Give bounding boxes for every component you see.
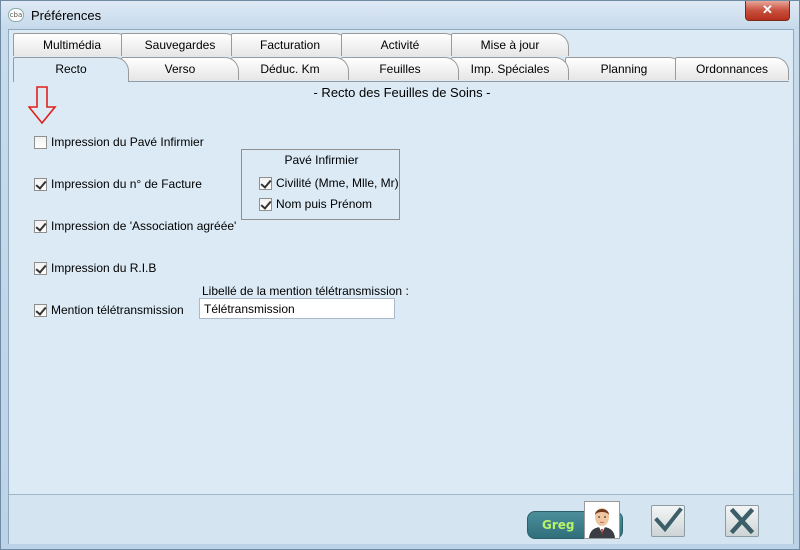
checkbox-mention-teletransmission[interactable] (34, 303, 47, 317)
avatar (584, 501, 620, 539)
option-label: Civilité (Mme, Mlle, Mr) (276, 176, 399, 190)
tab-multimedia[interactable]: Multimédia (13, 33, 131, 56)
tab-verso[interactable]: Verso (121, 57, 239, 80)
tab-planning[interactable]: Planning (565, 57, 683, 80)
tab-mise-a-jour[interactable]: Mise à jour (451, 33, 569, 56)
checkmark-icon (654, 507, 683, 533)
tab-divider (13, 81, 789, 82)
cancel-button[interactable] (725, 505, 759, 537)
tab-deduc-km[interactable]: Déduc. Km (231, 57, 349, 80)
window-close-button[interactable]: ✕ (745, 1, 790, 21)
preferences-window: cba Préférences ✕ Multimédia Sauvegardes… (0, 0, 800, 550)
down-arrow-icon (28, 86, 57, 125)
group-title: Pavé Infirmier (284, 153, 359, 167)
option-label: Impression du n° de Facture (51, 177, 202, 191)
tab-recto[interactable]: Recto (13, 57, 129, 82)
page-heading: - Recto des Feuilles de Soins - (313, 85, 491, 100)
tab-row-front: Planning Ordonnances Imp. Spéciales Feui… (13, 57, 793, 82)
checkbox-nom-prenom[interactable] (259, 197, 272, 211)
option-label: Impression du Pavé Infirmier (51, 135, 204, 149)
option-label: Impression du R.I.B (51, 261, 157, 275)
pave-infirmier-group: Pavé Infirmier Civilité (Mme, Mlle, Mr) … (241, 149, 400, 220)
title-bar: cba Préférences ✕ (1, 1, 799, 29)
tab-ordonnances[interactable]: Ordonnances (675, 57, 789, 80)
window-title: Préférences (31, 8, 102, 23)
user-name: Greg (542, 518, 575, 532)
tab-activite[interactable]: Activité (341, 33, 459, 56)
ok-button[interactable] (651, 505, 685, 537)
tab-feuilles[interactable]: Feuilles (341, 57, 459, 80)
option-numero-facture[interactable]: Impression du n° de Facture (34, 176, 202, 192)
tab-imp-speciales[interactable]: Imp. Spéciales (451, 57, 569, 80)
option-label: Nom puis Prénom (276, 197, 373, 211)
option-label: Impression de 'Association agréée' (51, 219, 237, 233)
teletransmission-input[interactable] (199, 298, 395, 319)
option-pave-infirmier[interactable]: Impression du Pavé Infirmier (34, 134, 204, 150)
preferences-panel: Multimédia Sauvegardes Facturation Activ… (8, 29, 794, 544)
tab-row-back: Multimédia Sauvegardes Facturation Activ… (13, 33, 793, 56)
footer-bar: Greg (9, 494, 793, 544)
avatar-icon (589, 508, 615, 538)
checkbox-civilite[interactable] (259, 176, 272, 190)
app-icon: cba (8, 8, 24, 22)
option-mention-teletransmission[interactable]: Mention télétransmission (34, 302, 184, 318)
checkbox-association-agreee[interactable] (34, 219, 47, 233)
tab-facturation[interactable]: Facturation (231, 33, 349, 56)
tab-sauvegardes[interactable]: Sauvegardes (121, 33, 239, 56)
checkbox-pave-infirmier[interactable] (34, 135, 47, 149)
option-association-agreee[interactable]: Impression de 'Association agréée' (34, 218, 236, 234)
option-civilite[interactable]: Civilité (Mme, Mlle, Mr) (259, 175, 399, 191)
option-rib[interactable]: Impression du R.I.B (34, 260, 156, 276)
checkbox-rib[interactable] (34, 261, 47, 275)
option-label: Mention télétransmission (51, 303, 184, 317)
teletransmission-field-label: Libellé de la mention télétransmission : (202, 284, 409, 298)
checkbox-numero-facture[interactable] (34, 177, 47, 191)
close-x-icon (729, 507, 755, 535)
option-nom-prenom[interactable]: Nom puis Prénom (259, 196, 372, 212)
